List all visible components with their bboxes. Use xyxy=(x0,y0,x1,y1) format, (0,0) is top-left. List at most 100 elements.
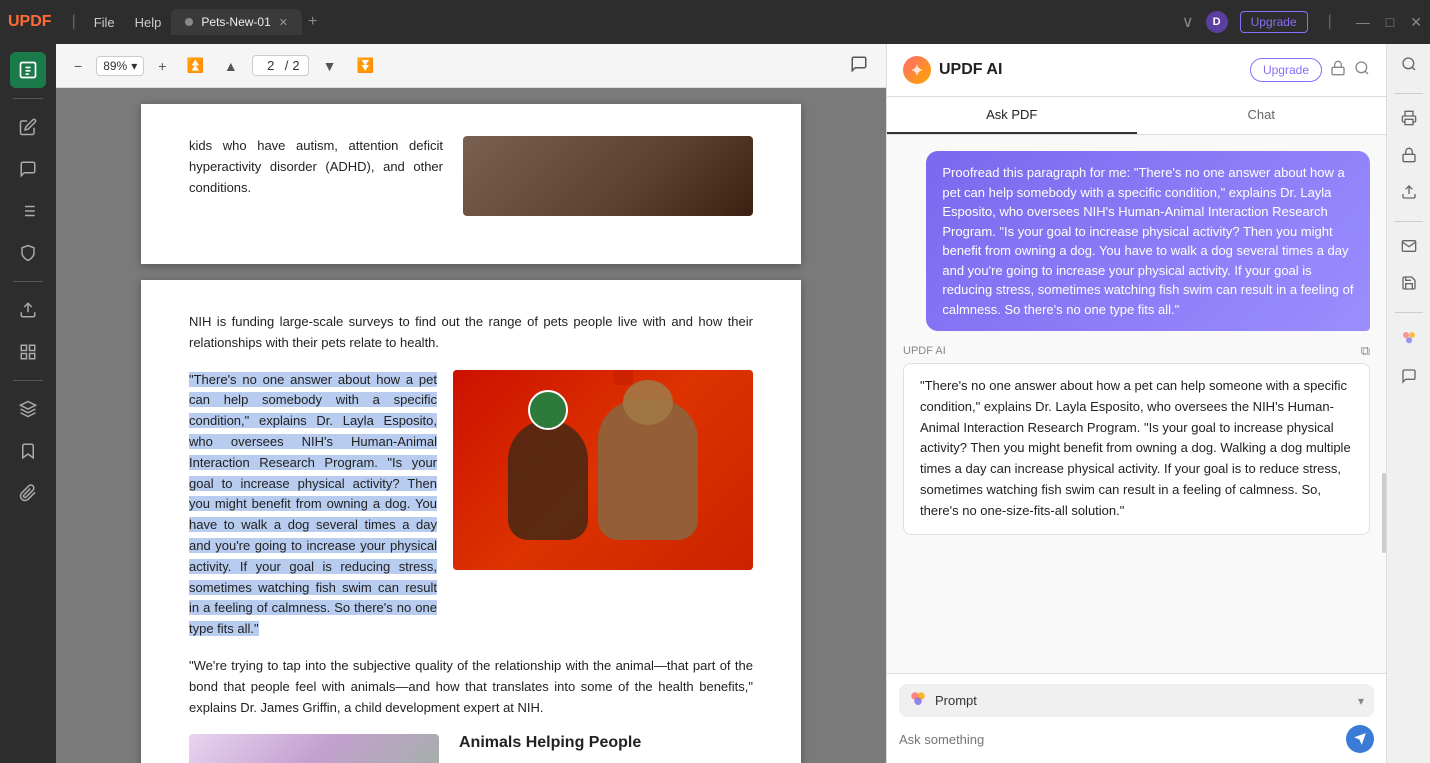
app-logo: UPDF xyxy=(8,13,52,31)
msg-ai-1-content: "There's no one answer about how a pet c… xyxy=(903,363,1370,535)
prompt-label: Prompt xyxy=(935,693,1350,708)
msg-user-1-text: Proofread this paragraph for me: "There'… xyxy=(942,165,1353,317)
page-display: 2 / 2 xyxy=(252,55,309,76)
ai-input-area: Prompt ▾ xyxy=(887,673,1386,763)
dog1 xyxy=(508,420,588,540)
toolbar: − 89% ▾ + ⏫ ▲ 2 / 2 ▼ ⏬ xyxy=(56,44,886,88)
page-current[interactable]: 2 xyxy=(261,58,281,73)
pdf-image-flowers xyxy=(189,734,439,763)
pdf-page-top: kids who have autism, attention deficit … xyxy=(141,104,801,264)
dropdown-icon[interactable]: ∨ xyxy=(1182,12,1194,32)
pdf-section-title: Animals Helping People xyxy=(459,734,753,752)
send-button[interactable] xyxy=(1346,725,1374,753)
dog-hat xyxy=(528,390,568,430)
pdf-image-dogs xyxy=(453,370,753,570)
pdf-animals-section: Animals Helping People Animals can serve… xyxy=(189,734,753,763)
msg-ai-1-header: UPDF AI ⧉ xyxy=(903,343,1370,359)
sidebar-icon-bookmark[interactable] xyxy=(10,433,46,469)
tab-name: Pets-New-01 xyxy=(201,15,270,29)
upgrade-button[interactable]: Upgrade xyxy=(1240,11,1308,33)
pdf-highlighted-section: "There's no one answer about how a pet c… xyxy=(189,370,437,640)
r-print-icon[interactable] xyxy=(1397,106,1421,135)
scrollbar[interactable] xyxy=(1382,473,1386,553)
zoom-arrow: ▾ xyxy=(131,59,137,73)
ai-upgrade-btn[interactable]: Upgrade xyxy=(1250,58,1322,82)
msg-ai-1: UPDF AI ⧉ "There's no one answer about h… xyxy=(903,343,1370,535)
minimize-button[interactable]: — xyxy=(1356,14,1370,30)
sidebar-icon-attachment[interactable] xyxy=(10,475,46,511)
sidebar-icon-layers[interactable] xyxy=(10,391,46,427)
sidebar-icon-export[interactable] xyxy=(10,292,46,328)
page-total: 2 xyxy=(292,58,299,73)
ai-panel: UPDF AI Upgrade Ask PDF Chat Proofread t… xyxy=(886,44,1386,763)
sep1: | xyxy=(72,13,76,31)
dog-elf-hat xyxy=(613,370,633,385)
prompt-bar[interactable]: Prompt ▾ xyxy=(899,684,1374,717)
ai-messages[interactable]: Proofread this paragraph for me: "There'… xyxy=(887,135,1386,673)
sidebar-icon-reader[interactable] xyxy=(10,52,46,88)
tab-dot xyxy=(185,18,193,26)
sidebar-icon-annotate[interactable] xyxy=(10,151,46,187)
ai-logo xyxy=(903,56,931,84)
r-comment-icon[interactable] xyxy=(1397,364,1421,393)
titlebar: UPDF | File Help Pets-New-01 ✕ + ∨ D Upg… xyxy=(0,0,1430,44)
tab-close[interactable]: ✕ xyxy=(279,16,288,29)
pdf-view[interactable]: kids who have autism, attention deficit … xyxy=(56,88,886,763)
prompt-chevron-icon[interactable]: ▾ xyxy=(1358,694,1364,708)
search-icon[interactable] xyxy=(1354,60,1370,81)
nav-prev-btn[interactable]: ▲ xyxy=(218,54,244,78)
sidebar-sep-3 xyxy=(13,380,43,381)
tab-chat[interactable]: Chat xyxy=(1137,97,1387,134)
r-lock-icon[interactable] xyxy=(1397,143,1421,172)
tab-ask-pdf[interactable]: Ask PDF xyxy=(887,97,1137,134)
menu-file[interactable]: File xyxy=(94,15,115,30)
right-sidebar xyxy=(1386,44,1430,763)
pdf-highlighted-text: "There's no one answer about how a pet c… xyxy=(189,370,437,640)
r-save-icon[interactable] xyxy=(1397,271,1421,300)
zoom-display: 89% ▾ xyxy=(96,56,144,76)
nav-bottom-btn[interactable]: ⏬ xyxy=(350,53,379,78)
zoom-in-btn[interactable]: + xyxy=(152,54,172,78)
nav-top-btn[interactable]: ⏫ xyxy=(180,53,209,78)
ask-input[interactable] xyxy=(899,732,1338,747)
pdf-animals-text: Animals Helping People Animals can serve… xyxy=(459,734,753,763)
dog2-head xyxy=(623,380,673,425)
main-area: − 89% ▾ + ⏫ ▲ 2 / 2 ▼ ⏬ xyxy=(0,44,1430,763)
r-sep-2 xyxy=(1395,221,1423,222)
sidebar-icon-ocr[interactable] xyxy=(10,334,46,370)
msg-user-1: Proofread this paragraph for me: "There'… xyxy=(926,151,1370,331)
page-sep: / xyxy=(285,58,289,73)
sidebar-icon-pages[interactable] xyxy=(10,193,46,229)
pdf-page-main: NIH is funding large-scale surveys to fi… xyxy=(141,280,801,763)
pdf-image-cat xyxy=(463,136,753,216)
r-mail-icon[interactable] xyxy=(1397,234,1421,263)
r-ai-icon[interactable] xyxy=(1396,325,1422,356)
r-search-icon[interactable] xyxy=(1397,52,1421,81)
sidebar-sep-2 xyxy=(13,281,43,282)
pdf-image-block: "There's no one answer about how a pet c… xyxy=(189,370,753,640)
nav-next-btn[interactable]: ▼ xyxy=(317,54,343,78)
sidebar-icon-protect[interactable] xyxy=(10,235,46,271)
close-button[interactable]: ✕ xyxy=(1410,14,1422,31)
copy-icon[interactable]: ⧉ xyxy=(1361,343,1370,359)
comment-btn[interactable] xyxy=(844,51,874,80)
user-avatar: D xyxy=(1206,11,1228,33)
sidebar-sep-1 xyxy=(13,98,43,99)
active-tab[interactable]: Pets-New-01 ✕ xyxy=(171,9,302,35)
menu-help[interactable]: Help xyxy=(135,15,162,30)
zoom-out-btn[interactable]: − xyxy=(68,54,88,78)
prompt-color-icon xyxy=(909,690,927,711)
pdf-text-adhd: kids who have autism, attention deficit … xyxy=(189,136,443,198)
lock-icon[interactable] xyxy=(1330,60,1346,81)
ai-header-right: Upgrade xyxy=(1250,58,1370,82)
r-share-icon[interactable] xyxy=(1397,180,1421,209)
titlebar-right: ∨ D Upgrade | — □ ✕ xyxy=(1182,11,1422,33)
pdf-column: − 89% ▾ + ⏫ ▲ 2 / 2 ▼ ⏬ xyxy=(56,44,886,763)
ai-header: UPDF AI Upgrade xyxy=(887,44,1386,97)
r-sep-3 xyxy=(1395,312,1423,313)
sidebar-icon-edit[interactable] xyxy=(10,109,46,145)
maximize-button[interactable]: □ xyxy=(1386,14,1394,30)
msg-ai-1-label: UPDF AI xyxy=(903,345,946,357)
dog2 xyxy=(598,400,698,540)
new-tab-btn[interactable]: + xyxy=(308,13,317,31)
